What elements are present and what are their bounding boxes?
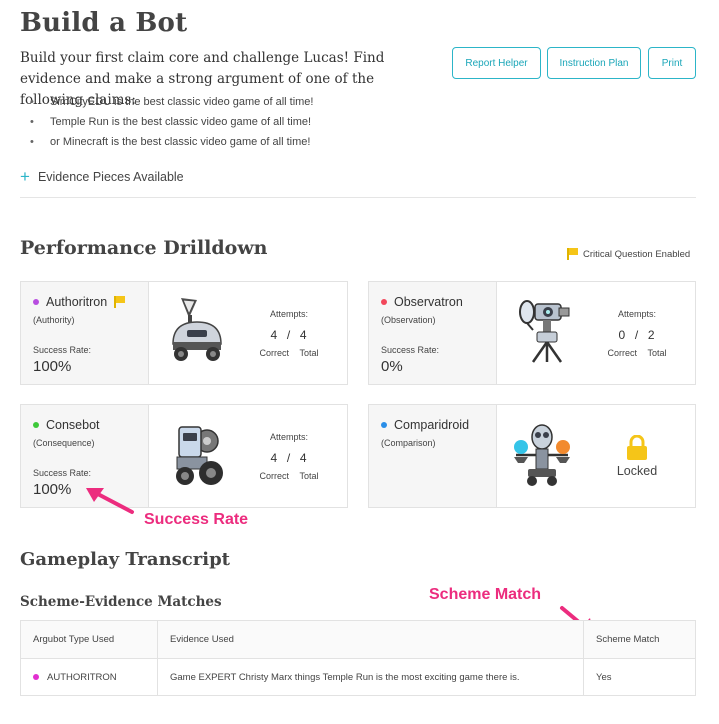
attempts-label: Attempts: <box>269 309 308 319</box>
matches-title: Scheme-Evidence Matches <box>20 594 222 610</box>
total-label: Total <box>299 471 319 481</box>
bot-color-dot <box>33 299 39 305</box>
bot-card-comparidroid: Comparidroid (Comparison) Locked <box>368 404 696 508</box>
bot-type: (Observation) <box>381 315 436 325</box>
bot-type: (Consequence) <box>33 438 95 448</box>
column-header-scheme-match: Scheme Match <box>583 620 696 659</box>
bot-type: (Authority) <box>33 315 75 325</box>
bot-name-label: Consebot <box>46 418 100 432</box>
annotation-arrow-success <box>86 488 134 514</box>
consebot-robot-icon <box>176 426 223 485</box>
attempts-counts: 0 / 2 <box>587 328 687 342</box>
total-label: Total <box>647 348 667 358</box>
locked-state: Locked <box>607 434 667 478</box>
flag-icon <box>114 296 125 308</box>
claims-list: SimCityEDU is the best classic video gam… <box>30 95 313 155</box>
correct-label: Correct <box>259 471 289 481</box>
attempts-counts: 4 / 4 <box>239 451 339 465</box>
card-summary: Comparidroid (Comparison) <box>369 405 497 507</box>
correct-count: 0 <box>618 328 627 342</box>
lock-icon <box>627 434 647 460</box>
performance-title: Performance Drilldown <box>20 237 268 259</box>
bot-color-dot <box>33 422 39 428</box>
success-rate-label: Success Rate: <box>33 468 92 478</box>
attempts-labels: Correct Total <box>239 348 339 358</box>
claim-item: or Minecraft is the best classic video g… <box>30 135 313 155</box>
locked-label: Locked <box>616 464 658 478</box>
evidence-toggle-label: Evidence Pieces Available <box>37 170 184 184</box>
attempts-block: Attempts: 0 / 2 Correct Total <box>587 309 687 358</box>
correct-label: Correct <box>259 348 289 358</box>
transcript-title: Gameplay Transcript <box>20 549 230 570</box>
attempts-labels: Correct Total <box>239 471 339 481</box>
success-rate-value: 100% <box>33 481 72 498</box>
attempts-label: Attempts: <box>269 432 308 442</box>
count-separator: / <box>286 451 292 465</box>
success-rate-value: 100% <box>33 358 72 375</box>
total-label: Total <box>299 348 319 358</box>
annotation-scheme-match: Scheme Match <box>429 586 542 603</box>
table-header-row: Argubot Type Used Evidence Used Scheme M… <box>20 620 696 659</box>
correct-count: 4 <box>270 328 279 342</box>
bot-card-consebot: Consebot (Consequence) Success Rate: 100… <box>20 404 348 508</box>
evidence-pieces-toggle[interactable]: + Evidence Pieces Available <box>20 167 184 186</box>
bot-name: Observatron <box>381 295 463 309</box>
attempts-block: Attempts: 4 / 4 Correct Total <box>239 309 339 358</box>
authoritron-robot-icon <box>172 298 222 361</box>
correct-count: 4 <box>270 451 279 465</box>
page-title: Build a Bot <box>20 8 188 38</box>
claim-item: SimCityEDU is the best classic video gam… <box>30 95 313 115</box>
bot-name-label: Comparidroid <box>394 418 470 432</box>
bot-name: Authoritron <box>33 295 125 309</box>
bot-type: (Comparison) <box>381 438 436 448</box>
success-rate-label: Success Rate: <box>33 345 92 355</box>
column-header-evidence: Evidence Used <box>157 620 584 659</box>
bot-name: Comparidroid <box>381 418 469 432</box>
scheme-match-cell: Yes <box>583 658 696 696</box>
print-button[interactable]: Print <box>648 47 696 79</box>
instruction-plan-button[interactable]: Instruction Plan <box>547 47 641 79</box>
attempts-label: Attempts: <box>617 309 656 319</box>
success-rate-value: 0% <box>381 358 403 375</box>
critical-question-note: Critical Question Enabled <box>567 248 690 260</box>
attempts-labels: Correct Total <box>587 348 687 358</box>
count-separator: / <box>286 328 292 342</box>
scheme-evidence-table: Argubot Type Used Evidence Used Scheme M… <box>20 620 696 696</box>
bot-color-dot <box>381 422 387 428</box>
bot-name: Consebot <box>33 418 100 432</box>
bot-color-dot <box>33 674 39 680</box>
table-row: AUTHORITRON Game EXPERT Christy Marx thi… <box>20 658 696 696</box>
claim-item: Temple Run is the best classic video gam… <box>30 115 313 135</box>
total-count: 4 <box>299 451 308 465</box>
attempts-block: Attempts: 4 / 4 Correct Total <box>239 432 339 481</box>
total-count: 2 <box>647 328 656 342</box>
bot-card-observatron: Observatron (Observation) Success Rate: … <box>368 281 696 385</box>
type-cell: AUTHORITRON <box>20 658 158 696</box>
total-count: 4 <box>299 328 308 342</box>
report-helper-button[interactable]: Report Helper <box>452 47 541 79</box>
column-header-type: Argubot Type Used <box>20 620 158 659</box>
count-separator: / <box>634 328 640 342</box>
flag-icon <box>567 248 578 260</box>
plus-icon: + <box>20 167 30 186</box>
attempts-counts: 4 / 4 <box>239 328 339 342</box>
argubot-type: AUTHORITRON <box>47 671 117 683</box>
correct-label: Correct <box>607 348 637 358</box>
evidence-cell: Game EXPERT Christy Marx things Temple R… <box>157 658 584 696</box>
annotation-success-rate: Success Rate <box>144 511 249 528</box>
section-divider <box>20 197 696 198</box>
observatron-robot-icon <box>519 300 570 363</box>
bot-name-label: Observatron <box>394 295 463 309</box>
bot-card-authoritron: Authoritron (Authority) Success Rate: 10… <box>20 281 348 385</box>
bot-name-label: Authoritron <box>46 295 108 309</box>
success-rate-label: Success Rate: <box>381 345 440 355</box>
critical-question-label: Critical Question Enabled <box>583 248 691 260</box>
comparidroid-robot-icon <box>514 424 570 486</box>
card-summary: Authoritron (Authority) Success Rate: 10… <box>21 282 149 384</box>
card-summary: Observatron (Observation) Success Rate: … <box>369 282 497 384</box>
bot-color-dot <box>381 299 387 305</box>
